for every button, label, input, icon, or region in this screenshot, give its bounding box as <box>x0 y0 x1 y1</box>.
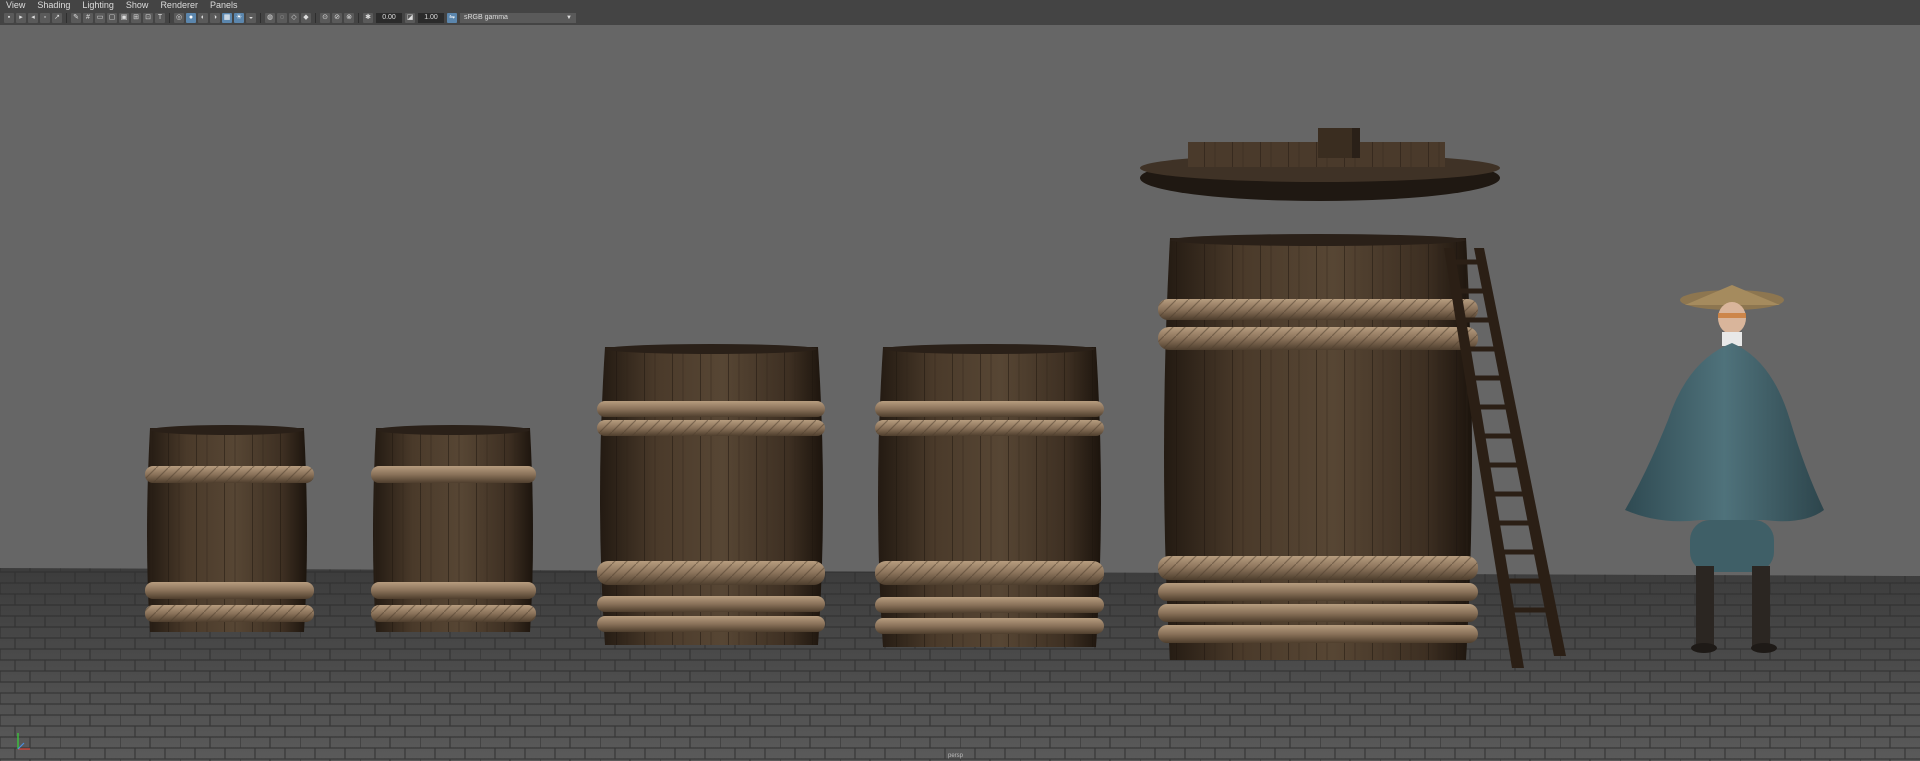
toolbar-divider <box>358 13 359 23</box>
barrel-small-1[interactable] <box>145 425 314 632</box>
menu-view[interactable]: View <box>0 0 31 11</box>
menu-show[interactable]: Show <box>120 0 155 11</box>
exposure-icon[interactable]: ✱ <box>363 13 373 23</box>
grease-pencil-icon[interactable]: ✎ <box>71 13 81 23</box>
default-material-icon[interactable]: ◑ <box>210 13 220 23</box>
color-management-icon[interactable]: ⇋ <box>447 13 457 23</box>
safe-title-icon[interactable]: T <box>155 13 165 23</box>
screen-space-ao-icon[interactable]: ◍ <box>265 13 275 23</box>
grid-icon[interactable]: # <box>83 13 93 23</box>
smooth-shade-icon[interactable]: ● <box>186 13 196 23</box>
panel-menu-bar: View Shading Lighting Show Renderer Pane… <box>0 0 1920 11</box>
use-all-lights-icon[interactable]: ☀ <box>234 13 244 23</box>
textured-icon[interactable]: ▦ <box>222 13 232 23</box>
xray-icon[interactable]: ⊘ <box>332 13 342 23</box>
image-plane-icon[interactable]: ▫ <box>40 13 50 23</box>
chevron-down-icon: ▼ <box>566 15 572 21</box>
gamma-icon[interactable]: ◪ <box>405 13 415 23</box>
wireframe-on-shaded-icon[interactable]: ◐ <box>198 13 208 23</box>
maya-viewport-panel: View Shading Lighting Show Renderer Pane… <box>0 0 1920 761</box>
color-space-value: sRGB gamma <box>464 14 508 21</box>
barrel-medium-1[interactable] <box>597 344 825 645</box>
color-space-dropdown[interactable]: sRGB gamma ▼ <box>460 13 576 23</box>
bookmarks-icon[interactable]: ◂ <box>28 13 38 23</box>
view-axis-icon <box>17 733 30 750</box>
multisample-aa-icon[interactable]: ◇ <box>289 13 299 23</box>
motion-blur-icon[interactable]: ◌ <box>277 13 287 23</box>
camera-attributes-icon[interactable]: ▸ <box>16 13 26 23</box>
large-barrel[interactable] <box>1158 234 1478 660</box>
barrel-medium-2[interactable] <box>875 344 1104 647</box>
wireframe-icon[interactable]: ◎ <box>174 13 184 23</box>
menu-panels[interactable]: Panels <box>204 0 244 11</box>
menu-shading[interactable]: Shading <box>31 0 76 11</box>
toolbar-divider <box>66 13 67 23</box>
film-gate-icon[interactable]: ▭ <box>95 13 105 23</box>
isolate-select-icon[interactable]: ⊙ <box>320 13 330 23</box>
toolbar-divider <box>169 13 170 23</box>
toolbar-divider <box>315 13 316 23</box>
menu-renderer[interactable]: Renderer <box>154 0 204 11</box>
view-2d-pan-zoom-icon[interactable]: ↗ <box>52 13 62 23</box>
xray-joints-icon[interactable]: ⊗ <box>344 13 354 23</box>
resolution-gate-icon[interactable]: ▢ <box>107 13 117 23</box>
gate-mask-icon[interactable]: ▣ <box>119 13 129 23</box>
depth-of-field-icon[interactable]: ◆ <box>301 13 311 23</box>
field-chart-icon[interactable]: ⊞ <box>131 13 141 23</box>
exposure-field[interactable] <box>376 13 402 23</box>
gamma-field[interactable] <box>418 13 444 23</box>
shadows-icon[interactable]: ◒ <box>246 13 256 23</box>
camera-name-label: persp <box>948 753 964 759</box>
toolbar-divider <box>260 13 261 23</box>
viewport-3d[interactable] <box>0 25 1920 761</box>
select-camera-icon[interactable]: ▪ <box>4 13 14 23</box>
safe-action-icon[interactable]: ⊡ <box>143 13 153 23</box>
menu-lighting[interactable]: Lighting <box>76 0 120 11</box>
panel-toolbar: ▪ ▸ ◂ ▫ ↗ ✎ # ▭ ▢ ▣ ⊞ ⊡ T ◎ ● ◐ ◑ ▦ ☀ ◒ … <box>0 11 1920 26</box>
barrel-small-2[interactable] <box>371 425 536 632</box>
